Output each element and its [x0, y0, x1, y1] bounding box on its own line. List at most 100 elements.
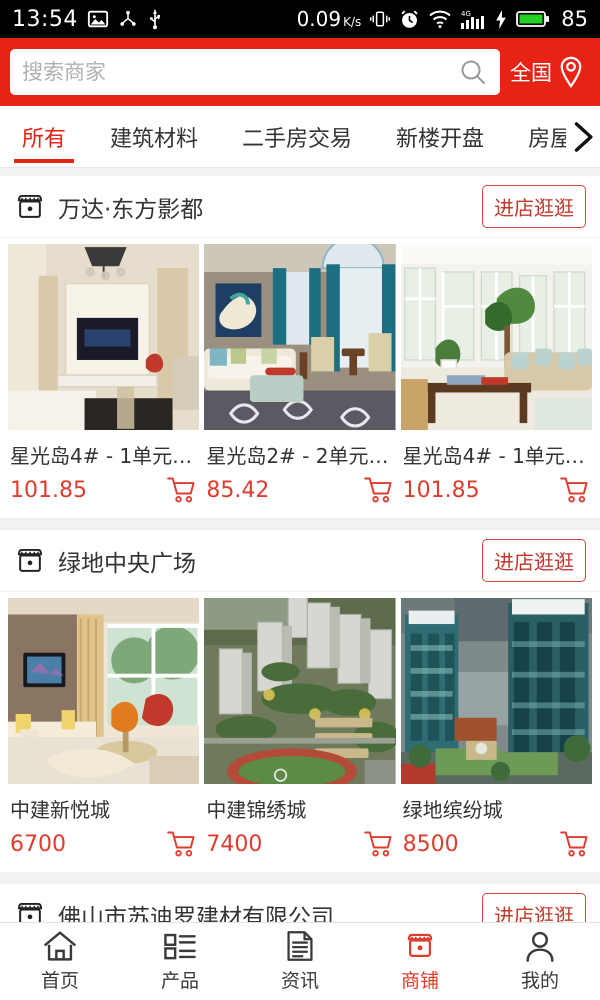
product-price-row: 8500: [401, 830, 592, 862]
cart-icon[interactable]: [363, 476, 394, 504]
signal-4g-icon: 4G: [460, 9, 486, 30]
store-card: 万达·东方影都 进店逛逛 星光岛4# - 1单元 - ... 101.85 星光…: [0, 176, 600, 518]
product-price-row: 7400: [204, 830, 395, 862]
person-icon: [523, 930, 557, 962]
nav-item-mine[interactable]: 我的: [480, 930, 600, 993]
location-pin-icon: [556, 56, 586, 88]
tab-label: 二手房交易: [242, 126, 353, 152]
nav-item-news[interactable]: 资讯: [240, 930, 360, 993]
product-image[interactable]: [8, 244, 200, 430]
product-title: 星光岛4# - 1单元 - ...: [10, 444, 200, 468]
product-price: 7400: [206, 831, 263, 857]
cart-icon[interactable]: [560, 476, 590, 504]
cart-icon[interactable]: [363, 830, 394, 858]
charging-bolt-icon: [494, 9, 508, 30]
product-title: 中建新悦城: [10, 798, 110, 822]
product-row: 中建新悦城 6700 中建锦绣城 7400 绿地缤纷城 8500: [0, 592, 600, 872]
tab-all[interactable]: 所有: [0, 106, 88, 167]
status-bar: 13:54 0.09 K/s 4G 85: [0, 0, 600, 38]
product-image[interactable]: [8, 598, 200, 784]
search-icon[interactable]: [458, 57, 488, 87]
list-icon: [163, 930, 197, 962]
product-title: 中建锦绣城: [206, 798, 307, 822]
product-price: 101.85: [10, 477, 87, 503]
shop-icon: [14, 191, 46, 223]
usb-icon: [147, 8, 163, 30]
tab-label: 建筑材料: [110, 126, 199, 152]
bottom-navigation: 首页 产品 资讯 商铺 我的: [0, 922, 600, 1000]
network-speed: 0.09 K/s: [297, 7, 362, 31]
product-price-row: 85.42: [204, 476, 395, 508]
alarm-icon: [399, 9, 420, 30]
network-speed-unit: K/s: [343, 15, 362, 29]
product-price-row: 101.85: [8, 476, 199, 508]
product-price: 8500: [402, 831, 459, 857]
product-row: 星光岛4# - 1单元 - ... 101.85 星光岛2# - 2单元 - .…: [0, 238, 600, 518]
store-header[interactable]: 万达·东方影都 进店逛逛: [0, 176, 600, 238]
product-price: 85.42: [206, 477, 270, 503]
product-price-row: 101.85: [401, 476, 592, 508]
nav-item-products[interactable]: 产品: [120, 930, 240, 993]
status-time: 13:54: [12, 6, 78, 32]
store-list[interactable]: 万达·东方影都 进店逛逛 星光岛4# - 1单元 - ... 101.85 星光…: [0, 168, 600, 1000]
store-name: 万达·东方影都: [58, 196, 204, 223]
tab-new-openings[interactable]: 新楼开盘: [374, 106, 506, 167]
home-icon: [43, 930, 77, 962]
tabs-expand-button[interactable]: [566, 106, 600, 167]
product-title: 星光岛4# - 1单元 - ...: [402, 444, 592, 468]
product-card[interactable]: 星光岛2# - 2单元 - ... 85.42: [204, 244, 396, 508]
nav-label: 产品: [160, 970, 199, 992]
search-input[interactable]: [22, 60, 458, 84]
nav-item-stores[interactable]: 商铺: [360, 930, 480, 993]
product-image[interactable]: [204, 598, 396, 784]
product-price-row: 6700: [8, 830, 199, 862]
battery-level: 85: [561, 7, 588, 31]
tab-label: 新楼开盘: [396, 126, 485, 152]
product-card[interactable]: 中建新悦城 6700: [8, 598, 200, 862]
status-bar-right: 0.09 K/s 4G 85: [297, 7, 588, 31]
search-box[interactable]: [10, 49, 500, 95]
product-image[interactable]: [204, 244, 396, 430]
product-card[interactable]: 中建锦绣城 7400: [204, 598, 396, 862]
store-header[interactable]: 绿地中央广场 进店逛逛: [0, 530, 600, 592]
vibrate-icon: [369, 9, 391, 29]
nav-item-home[interactable]: 首页: [0, 930, 120, 993]
status-bar-left: 13:54: [12, 7, 163, 32]
tab-label: 所有: [22, 126, 67, 152]
cart-icon[interactable]: [167, 476, 197, 504]
product-title: 绿地缤纷城: [402, 798, 503, 822]
product-card[interactable]: 星光岛4# - 1单元 - ... 101.85: [400, 244, 592, 508]
nav-label: 我的: [520, 970, 559, 992]
location-label: 全国: [510, 61, 552, 85]
product-image[interactable]: [400, 244, 592, 430]
chevron-right-icon: [568, 120, 598, 154]
enter-store-button[interactable]: 进店逛逛: [482, 185, 586, 228]
svg-text:4G: 4G: [461, 10, 471, 18]
battery-icon: [516, 10, 550, 28]
category-tabs: 所有 建筑材料 二手房交易 新楼开盘 房屋: [0, 106, 600, 168]
product-card[interactable]: 绿地缤纷城 8500: [400, 598, 592, 862]
cart-icon[interactable]: [560, 830, 590, 858]
product-price: 6700: [10, 831, 66, 857]
shop-icon: [14, 545, 46, 577]
product-card[interactable]: 星光岛4# - 1单元 - ... 101.85: [8, 244, 200, 508]
nav-label: 商铺: [400, 970, 439, 992]
enter-store-button[interactable]: 进店逛逛: [482, 539, 586, 582]
location-selector[interactable]: 全国: [510, 56, 590, 88]
tab-label: 房屋: [528, 126, 566, 152]
app-screen: 13:54 0.09 K/s 4G 85 搜索商家 全国 所有 建筑材料 二手房…: [0, 0, 600, 1000]
product-image[interactable]: [400, 598, 592, 784]
category-tabs-scroller[interactable]: 所有 建筑材料 二手房交易 新楼开盘 房屋: [0, 106, 566, 167]
cart-icon[interactable]: [167, 830, 197, 858]
search-header: 全国: [0, 38, 600, 106]
product-price: 101.85: [402, 477, 480, 503]
shop-icon: [403, 930, 437, 962]
store-card: 绿地中央广场 进店逛逛 中建新悦城 6700 中建锦绣城 7400 绿地缤纷城 …: [0, 530, 600, 872]
network-speed-value: 0.09: [296, 7, 342, 31]
tab-second-hand-housing[interactable]: 二手房交易: [220, 106, 374, 167]
store-name: 绿地中央广场: [58, 550, 196, 577]
tab-housing[interactable]: 房屋: [506, 106, 566, 167]
product-title: 星光岛2# - 2单元 - ...: [206, 444, 396, 468]
tab-building-materials[interactable]: 建筑材料: [88, 106, 220, 167]
document-icon: [283, 930, 317, 962]
